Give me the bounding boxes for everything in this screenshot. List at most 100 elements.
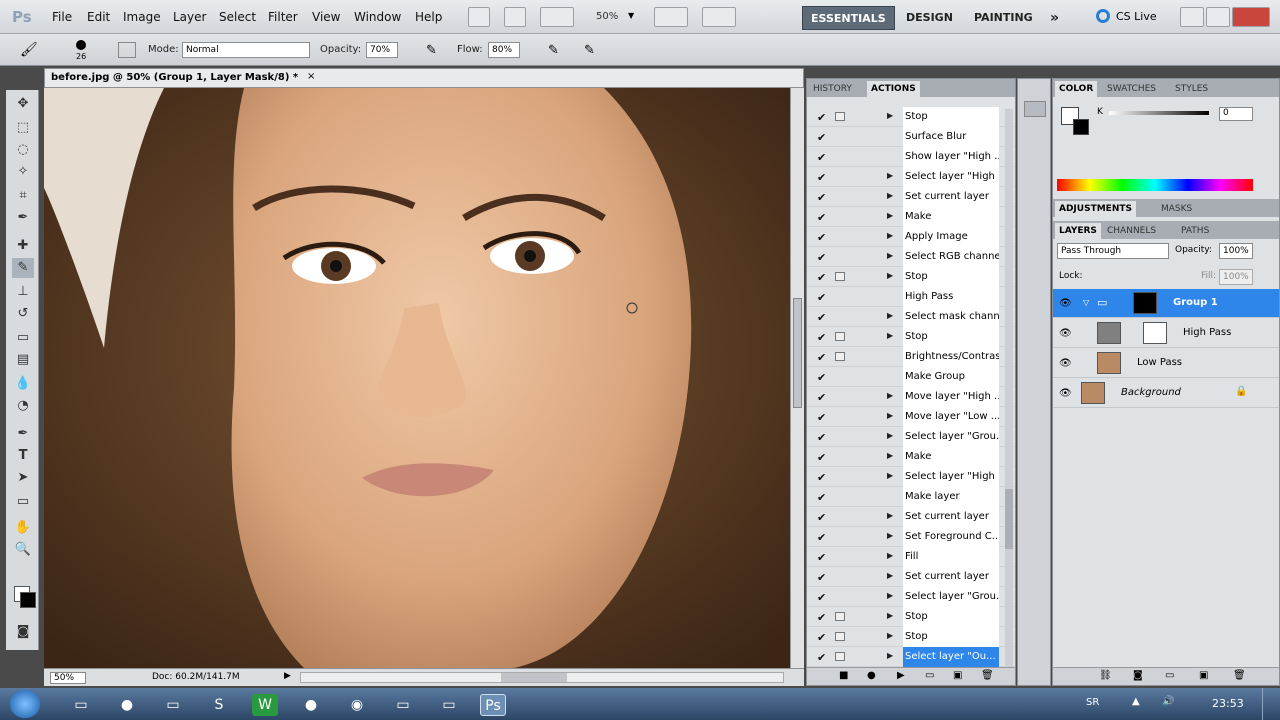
expand-triangle-icon[interactable]: ▶ <box>887 391 893 400</box>
scroll-thumb[interactable] <box>793 298 802 408</box>
toggle-check-icon[interactable]: ✔ <box>817 411 826 424</box>
expand-triangle-icon[interactable]: ▶ <box>887 111 893 120</box>
start-button[interactable] <box>10 690 40 718</box>
action-step[interactable]: ✔ ▶ Stop <box>807 627 1015 647</box>
document-canvas[interactable] <box>44 88 790 668</box>
toggle-check-icon[interactable]: ✔ <box>817 311 826 324</box>
vertical-scrollbar[interactable] <box>790 88 804 668</box>
expand-triangle-icon[interactable]: ▶ <box>887 251 893 260</box>
delete-layer-icon[interactable]: 🗑 <box>1233 670 1246 681</box>
clock[interactable]: 23:53 <box>1212 697 1244 710</box>
action-step[interactable]: ✔ ▶ Stop <box>807 607 1015 627</box>
tab-masks[interactable]: MASKS <box>1157 201 1196 217</box>
zoom-tool-icon[interactable]: 🔍 <box>12 540 34 560</box>
layer-mask-thumbnail[interactable] <box>1143 322 1167 344</box>
visibility-eye-icon[interactable]: 👁 <box>1059 388 1072 399</box>
minimize-button[interactable] <box>1180 7 1204 27</box>
visibility-eye-icon[interactable]: 👁 <box>1059 298 1072 309</box>
document-tab[interactable]: before.jpg @ 50% (Group 1, Layer Mask/8)… <box>44 68 804 88</box>
bridge-button[interactable] <box>468 7 490 27</box>
app-icon[interactable]: ● <box>298 694 324 716</box>
layer-row-high-pass[interactable]: 👁 High Pass <box>1053 319 1279 348</box>
tab-actions[interactable]: ACTIONS <box>867 81 920 97</box>
app-icon[interactable]: ● <box>114 694 140 716</box>
link-layers-icon[interactable]: ⛓ <box>1099 670 1112 681</box>
eyedropper-tool-icon[interactable]: ✒ <box>12 208 34 228</box>
menu-layer[interactable]: Layer <box>173 10 206 24</box>
action-step[interactable]: ✔ ▶ Set current layer <box>807 507 1015 527</box>
layer-mask-thumbnail[interactable] <box>1133 292 1157 314</box>
arrange-documents-button[interactable] <box>654 7 688 27</box>
dialog-toggle-icon[interactable] <box>835 652 845 661</box>
dialog-toggle-icon[interactable] <box>835 352 845 361</box>
action-step[interactable]: ✔ ▶ Select mask channel <box>807 307 1015 327</box>
action-step[interactable]: ✔ ▶ Select layer "Grou... <box>807 427 1015 447</box>
tab-swatches[interactable]: SWATCHES <box>1103 81 1160 97</box>
horizontal-scrollbar[interactable] <box>300 672 784 683</box>
history-panel-icon[interactable] <box>1024 101 1046 117</box>
k-slider[interactable] <box>1109 111 1209 115</box>
toggle-check-icon[interactable]: ✔ <box>817 431 826 444</box>
tab-history[interactable]: HISTORY <box>809 81 856 97</box>
toggle-check-icon[interactable]: ✔ <box>817 531 826 544</box>
tab-styles[interactable]: STYLES <box>1171 81 1212 97</box>
menu-file[interactable]: File <box>52 10 72 24</box>
marquee-tool-icon[interactable]: ⬚ <box>12 118 34 138</box>
expand-triangle-icon[interactable]: ▶ <box>887 611 893 620</box>
mode-select[interactable]: Normal <box>182 42 310 58</box>
screen-mode-button[interactable] <box>702 7 736 27</box>
history-brush-tool-icon[interactable]: ↺ <box>12 304 34 324</box>
action-step[interactable]: ✔ ▶ Select layer "High ... <box>807 467 1015 487</box>
menu-help[interactable]: Help <box>415 10 442 24</box>
action-step[interactable]: ✔ ▶ Stop <box>807 267 1015 287</box>
expand-triangle-icon[interactable]: ▶ <box>887 551 893 560</box>
toggle-check-icon[interactable]: ✔ <box>817 551 826 564</box>
add-mask-icon[interactable]: ◙ <box>1133 670 1143 681</box>
stop-recording-icon[interactable]: ■ <box>839 670 848 681</box>
cs-live-button[interactable]: CS Live <box>1116 10 1157 23</box>
layer-thumbnail[interactable] <box>1081 382 1105 404</box>
workspace-design[interactable]: DESIGN <box>898 6 961 30</box>
expand-triangle-icon[interactable]: ▶ <box>887 431 893 440</box>
toggle-check-icon[interactable]: ✔ <box>817 351 826 364</box>
app-icon[interactable]: ▭ <box>390 694 416 716</box>
close-button[interactable] <box>1232 7 1270 27</box>
action-step[interactable]: ✔ ▶ Select layer "Grou... <box>807 587 1015 607</box>
new-action-icon[interactable]: ▣ <box>953 670 962 681</box>
firefox-icon[interactable]: ◉ <box>344 694 370 716</box>
expand-triangle-icon[interactable]: ▶ <box>887 331 893 340</box>
toggle-check-icon[interactable]: ✔ <box>817 631 826 644</box>
actions-scrollbar[interactable] <box>1005 109 1013 669</box>
close-document-icon[interactable]: × <box>307 71 315 82</box>
color-ramp[interactable] <box>1057 179 1253 191</box>
action-step[interactable]: ✔ ▶ Set Foreground C... <box>807 527 1015 547</box>
dialog-toggle-icon[interactable] <box>835 112 845 121</box>
toggle-check-icon[interactable]: ✔ <box>817 211 826 224</box>
h-scroll-thumb[interactable] <box>501 673 567 682</box>
visibility-eye-icon[interactable]: 👁 <box>1059 358 1072 369</box>
gradient-tool-icon[interactable]: ▤ <box>12 350 34 370</box>
pressure-size-icon[interactable]: ✎ <box>584 43 595 58</box>
expand-triangle-icon[interactable]: ▶ <box>887 471 893 480</box>
toggle-check-icon[interactable]: ✔ <box>817 391 826 404</box>
toggle-check-icon[interactable]: ✔ <box>817 611 826 624</box>
new-set-icon[interactable]: ▭ <box>925 670 934 681</box>
layer-row-group-1[interactable]: 👁 ▽ ▭ Group 1 <box>1053 289 1279 318</box>
mini-bridge-button[interactable] <box>504 7 526 27</box>
maximize-button[interactable] <box>1206 7 1230 27</box>
color-bg-swatch[interactable] <box>1073 119 1089 135</box>
eraser-tool-icon[interactable]: ▭ <box>12 328 34 348</box>
menu-image[interactable]: Image <box>123 10 161 24</box>
clone-stamp-tool-icon[interactable]: ⊥ <box>12 282 34 302</box>
action-step[interactable]: ✔ ▶ Make <box>807 447 1015 467</box>
layer-row-low-pass[interactable]: 👁 Low Pass <box>1053 349 1279 378</box>
action-step[interactable]: ✔ ▶ Set current layer <box>807 567 1015 587</box>
expand-triangle-icon[interactable]: ▶ <box>887 451 893 460</box>
toggle-check-icon[interactable]: ✔ <box>817 591 826 604</box>
expand-triangle-icon[interactable]: ▶ <box>887 651 893 660</box>
healing-brush-tool-icon[interactable]: ✚ <box>12 236 34 256</box>
status-menu-arrow-icon[interactable]: ▶ <box>284 671 291 681</box>
toggle-check-icon[interactable]: ✔ <box>817 451 826 464</box>
action-step[interactable]: ✔ ▶ Move layer "Low ... <box>807 407 1015 427</box>
opacity-field[interactable]: 70% <box>366 42 398 58</box>
